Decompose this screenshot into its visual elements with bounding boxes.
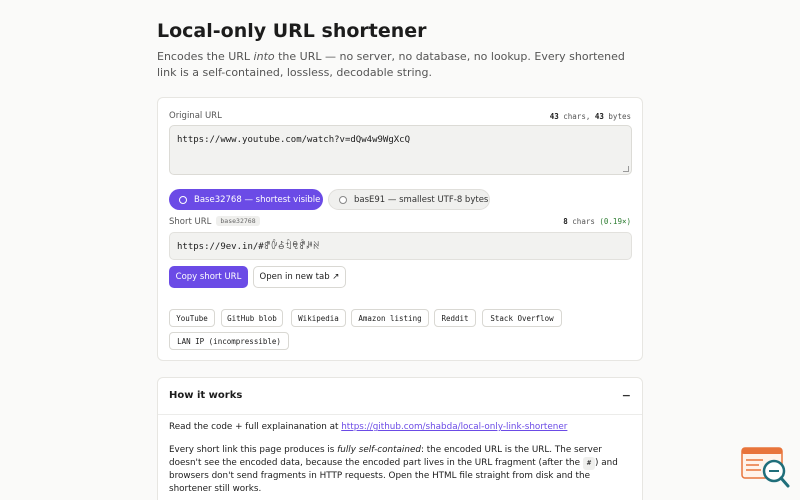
radio-icon	[179, 195, 187, 204]
copy-short-url-button[interactable]: Copy short URL	[169, 266, 248, 288]
screen-reader-widget-icon[interactable]	[741, 447, 791, 489]
chars-unit: chars,	[558, 112, 595, 121]
short-url-stats: 8 chars (0.19×)	[563, 217, 631, 226]
short-url-label: Short URL base32768	[169, 216, 260, 227]
page-description: Encodes the URL into the URL — no server…	[157, 49, 643, 80]
example-amazon-listing[interactable]: Amazon listing	[351, 309, 429, 327]
encoding-option-base32768[interactable]: Base32768 — shortest visible	[169, 189, 323, 210]
example-reddit[interactable]: Reddit	[434, 309, 476, 327]
chars-unit: chars	[567, 217, 600, 226]
original-url-input[interactable]: https://www.youtube.com/watch?v=dQw4w9Wg…	[169, 125, 632, 175]
short-url-value: https://9ev.in/#ꍗꊳꊵꉫꋠꍖꎎꋊ	[177, 242, 320, 252]
short-url-output[interactable]: https://9ev.in/#ꍗꊳꊵꉫꋠꍖꎎꋊ	[169, 232, 632, 260]
example-github-blob[interactable]: GitHub blob	[221, 309, 283, 327]
explanation-emphasis: fully self-contained	[337, 445, 421, 455]
encoding-option-base91[interactable]: basE91 — smallest UTF-8 bytes	[328, 189, 490, 210]
page-title: Local-only URL shortener	[157, 20, 427, 42]
read-more-text: Read the code + full explainanation at h…	[169, 422, 567, 432]
radio-icon	[339, 195, 347, 204]
original-bytes-count: 43	[594, 112, 604, 121]
how-it-works-section: How it works − Read the code + full expl…	[157, 377, 643, 500]
how-it-works-title[interactable]: How it works	[169, 390, 242, 401]
read-more-prefix: Read the code + full explainanation at	[169, 422, 342, 432]
lede-text: Encodes the URL	[157, 50, 254, 63]
original-url-label: Original URL	[169, 111, 222, 121]
collapse-icon[interactable]: −	[622, 389, 631, 402]
github-link[interactable]: https://github.com/shabda/local-only-lin…	[341, 422, 567, 432]
compression-ratio: (0.19×)	[599, 217, 631, 226]
encoding-option-label: Base32768 — shortest visible	[194, 194, 321, 205]
example-youtube[interactable]: YouTube	[169, 309, 215, 327]
encoding-option-label: basE91 — smallest UTF-8 bytes	[354, 194, 489, 205]
resize-handle-icon[interactable]	[623, 166, 629, 172]
explanation-paragraph: Every short link this page produces is f…	[169, 444, 629, 496]
bytes-unit: bytes	[603, 112, 631, 121]
encoding-tag: base32768	[216, 216, 260, 226]
lede-emphasis: into	[253, 50, 275, 63]
original-url-stats: 43 chars, 43 bytes	[550, 112, 631, 121]
example-lan-ip[interactable]: LAN IP (incompressible)	[169, 332, 289, 350]
short-url-label-text: Short URL	[169, 217, 212, 227]
fragment-code: #	[582, 457, 596, 470]
example-stack-overflow[interactable]: Stack Overflow	[482, 309, 562, 327]
original-chars-count: 43	[549, 112, 559, 121]
example-wikipedia[interactable]: Wikipedia	[291, 309, 346, 327]
open-in-new-tab-button[interactable]: Open in new tab ↗	[253, 266, 346, 288]
shortener-card: Original URL 43 chars, 43 bytes https://…	[157, 97, 643, 361]
explanation-text: Every short link this page produces is	[169, 445, 338, 455]
divider	[158, 414, 642, 415]
original-url-value: https://www.youtube.com/watch?v=dQw4w9Wg…	[177, 135, 410, 145]
